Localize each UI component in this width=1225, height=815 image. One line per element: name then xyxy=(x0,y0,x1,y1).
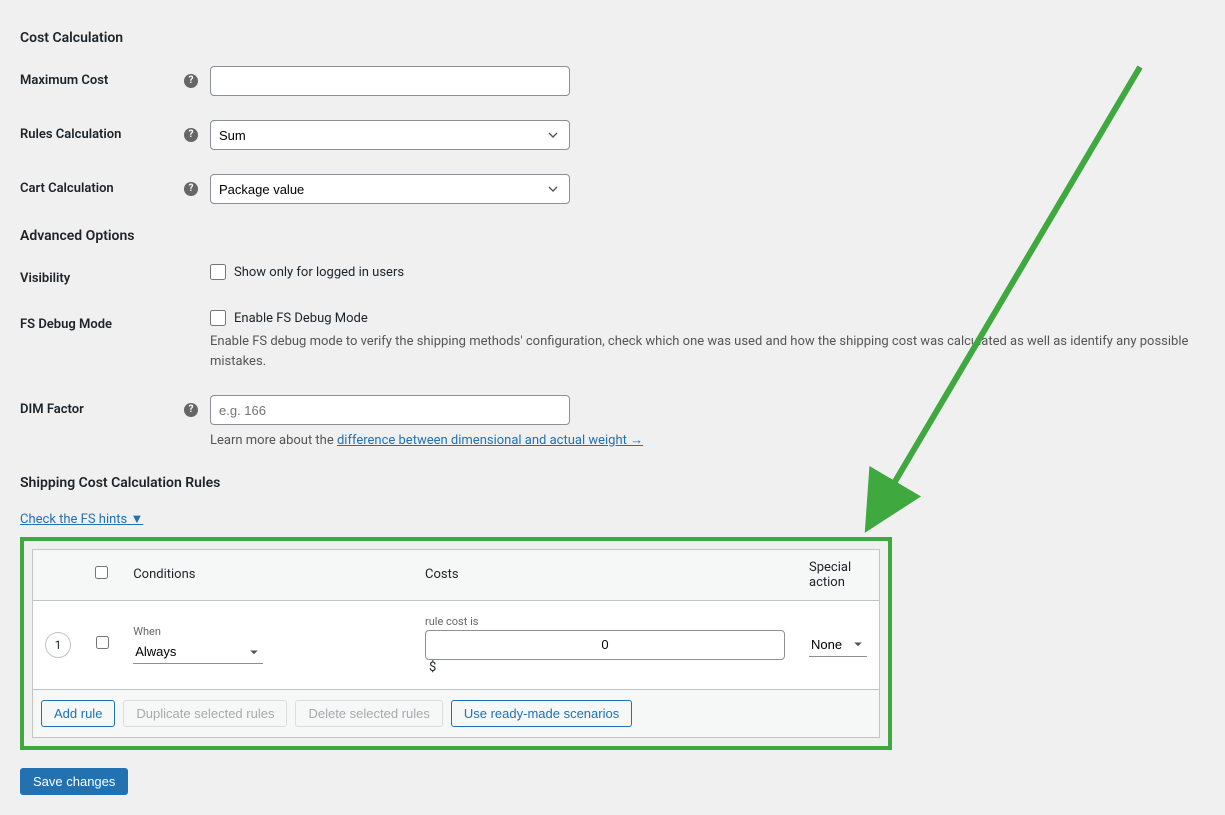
select-all-checkbox[interactable] xyxy=(95,566,108,579)
costs-header: Costs xyxy=(413,549,797,600)
special-action-select[interactable]: None xyxy=(809,633,867,657)
rule-row: 1 When Always rule cost is $ xyxy=(33,600,880,689)
fs-debug-label: FS Debug Mode xyxy=(20,317,112,332)
dim-factor-input[interactable] xyxy=(210,395,570,425)
cost-calculation-heading: Cost Calculation xyxy=(20,30,1205,46)
dim-help-prefix: Learn more about the xyxy=(210,433,337,448)
advanced-options-heading: Advanced Options xyxy=(20,228,1205,244)
help-icon[interactable]: ? xyxy=(184,403,198,417)
rule-number: 1 xyxy=(45,632,71,658)
rules-calculation-label: Rules Calculation xyxy=(20,127,121,142)
currency-symbol: $ xyxy=(429,660,436,675)
conditions-header: Conditions xyxy=(121,549,413,600)
visibility-checkbox-label: Show only for logged in users xyxy=(234,265,404,280)
shipping-rules-heading: Shipping Cost Calculation Rules xyxy=(20,475,1205,491)
cart-calculation-label: Cart Calculation xyxy=(20,181,114,196)
add-rule-button[interactable]: Add rule xyxy=(41,700,115,727)
fs-debug-checkbox-label: Enable FS Debug Mode xyxy=(234,311,368,326)
help-icon[interactable]: ? xyxy=(184,128,198,142)
rules-highlighted-box: Conditions Costs Special action 1 When A… xyxy=(20,537,892,750)
maximum-cost-input[interactable] xyxy=(210,66,570,96)
duplicate-rules-button[interactable]: Duplicate selected rules xyxy=(123,700,287,727)
help-icon[interactable]: ? xyxy=(184,74,198,88)
fs-debug-checkbox[interactable] xyxy=(210,310,226,326)
rule-cost-label: rule cost is xyxy=(425,615,785,628)
visibility-label: Visibility xyxy=(20,271,70,286)
use-scenarios-button[interactable]: Use ready-made scenarios xyxy=(451,700,632,727)
when-label: When xyxy=(133,625,401,638)
visibility-checkbox[interactable] xyxy=(210,264,226,280)
dim-help-link[interactable]: difference between dimensional and actua… xyxy=(337,433,643,448)
save-changes-button[interactable]: Save changes xyxy=(20,768,128,795)
cart-calculation-select[interactable]: Package value xyxy=(210,174,570,204)
rules-calculation-select[interactable]: Sum xyxy=(210,120,570,150)
rules-table: Conditions Costs Special action 1 When A… xyxy=(32,549,880,690)
special-action-header: Special action xyxy=(797,549,880,600)
when-select[interactable]: Always xyxy=(133,640,263,664)
fs-debug-help-text: Enable FS debug mode to verify the shipp… xyxy=(210,332,1205,371)
rule-cost-input[interactable] xyxy=(425,630,785,660)
check-fs-hints-link[interactable]: Check the FS hints ▼ xyxy=(20,511,143,527)
maximum-cost-label: Maximum Cost xyxy=(20,73,108,88)
delete-rules-button[interactable]: Delete selected rules xyxy=(295,700,442,727)
dim-factor-label: DIM Factor xyxy=(20,402,84,417)
help-icon[interactable]: ? xyxy=(184,182,198,196)
rule-checkbox[interactable] xyxy=(96,636,109,649)
